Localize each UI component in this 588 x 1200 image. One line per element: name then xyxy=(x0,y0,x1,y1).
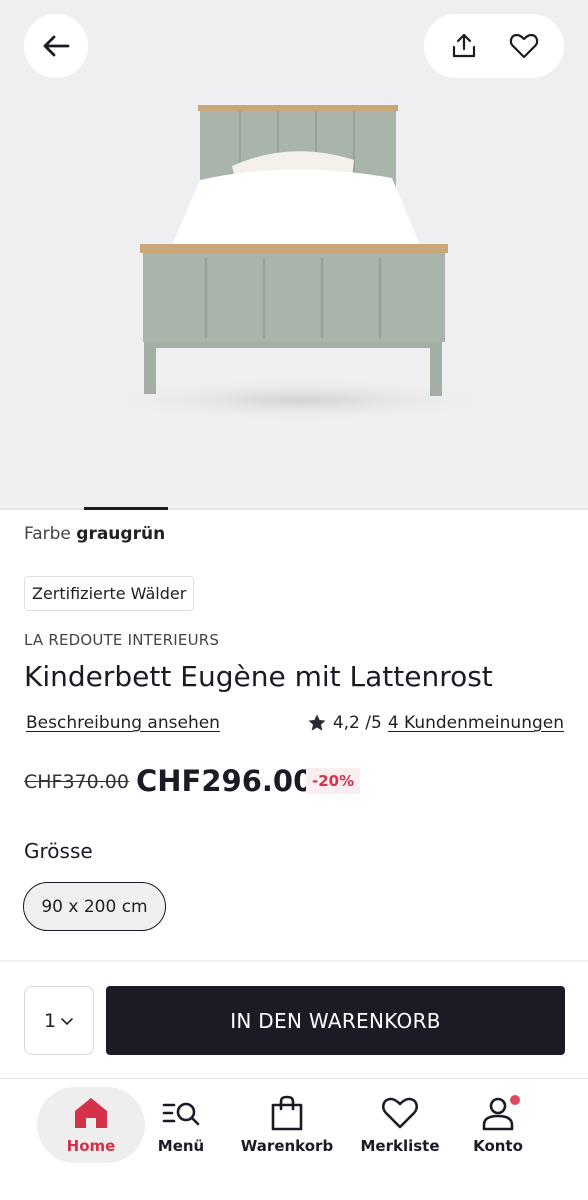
menu-search-icon xyxy=(162,1102,200,1126)
add-to-cart-button[interactable]: IN DEN WARENKORB xyxy=(106,986,565,1055)
color-value: graugrün xyxy=(76,524,166,544)
description-link[interactable]: Beschreibung ansehen xyxy=(26,713,220,733)
cert-badge[interactable]: Zertifizierte Wälder xyxy=(24,576,195,611)
size-heading: Grösse xyxy=(24,839,93,863)
nav-home-label: Home xyxy=(66,1137,116,1155)
brand-name[interactable]: LA REDOUTE INTERIEURS xyxy=(24,631,219,649)
nav-menu-label: Menü xyxy=(157,1137,205,1155)
rating-value: 4,2 /5 xyxy=(332,713,382,733)
quantity-select[interactable]: 1 xyxy=(24,986,94,1055)
divider xyxy=(0,960,588,962)
bottom-nav: Home Menü Warenkorb Merkliste Konto xyxy=(0,1079,588,1200)
nav-cart[interactable]: Warenkorb xyxy=(237,1087,337,1163)
wishlist-toggle[interactable] xyxy=(502,24,546,68)
arrow-left-icon xyxy=(43,35,70,57)
product-image[interactable] xyxy=(0,0,588,508)
heart-icon xyxy=(509,33,539,59)
nav-menu[interactable]: Menü xyxy=(150,1087,212,1163)
quantity-value: 1 xyxy=(43,1009,57,1032)
star-icon xyxy=(308,714,326,731)
share-button[interactable] xyxy=(442,24,486,68)
product-title: Kinderbett Eugène mit Lattenrost xyxy=(24,660,493,693)
color-label: Farbe xyxy=(24,524,71,544)
nav-cart-label: Warenkorb xyxy=(240,1137,334,1155)
nav-account[interactable]: Konto xyxy=(462,1087,534,1163)
gallery-indicator[interactable] xyxy=(84,507,168,510)
share-icon xyxy=(452,33,476,58)
home-icon xyxy=(75,1098,107,1128)
color-info: Farbe graugrün xyxy=(24,524,165,544)
notification-dot xyxy=(510,1095,520,1105)
nav-wishlist-label: Merkliste xyxy=(360,1137,440,1155)
back-button[interactable] xyxy=(24,14,88,78)
current-price: CHF296.00 xyxy=(136,764,314,798)
rating-row: 4,2 /5 4 Kundenmeinungen xyxy=(307,713,564,733)
old-price: CHF370.00 xyxy=(24,771,129,793)
heart-icon xyxy=(381,1097,419,1129)
nav-account-label: Konto xyxy=(473,1137,523,1155)
nav-home[interactable]: Home xyxy=(37,1087,145,1163)
shopping-bag-icon xyxy=(271,1095,303,1131)
reviews-link[interactable]: 4 Kundenmeinungen xyxy=(388,713,564,733)
nav-wishlist[interactable]: Merkliste xyxy=(355,1087,445,1163)
image-actions xyxy=(424,14,564,78)
size-option[interactable]: 90 x 200 cm xyxy=(23,882,166,931)
discount-badge: -20% xyxy=(306,768,361,794)
chevron-down-icon xyxy=(61,1017,73,1025)
